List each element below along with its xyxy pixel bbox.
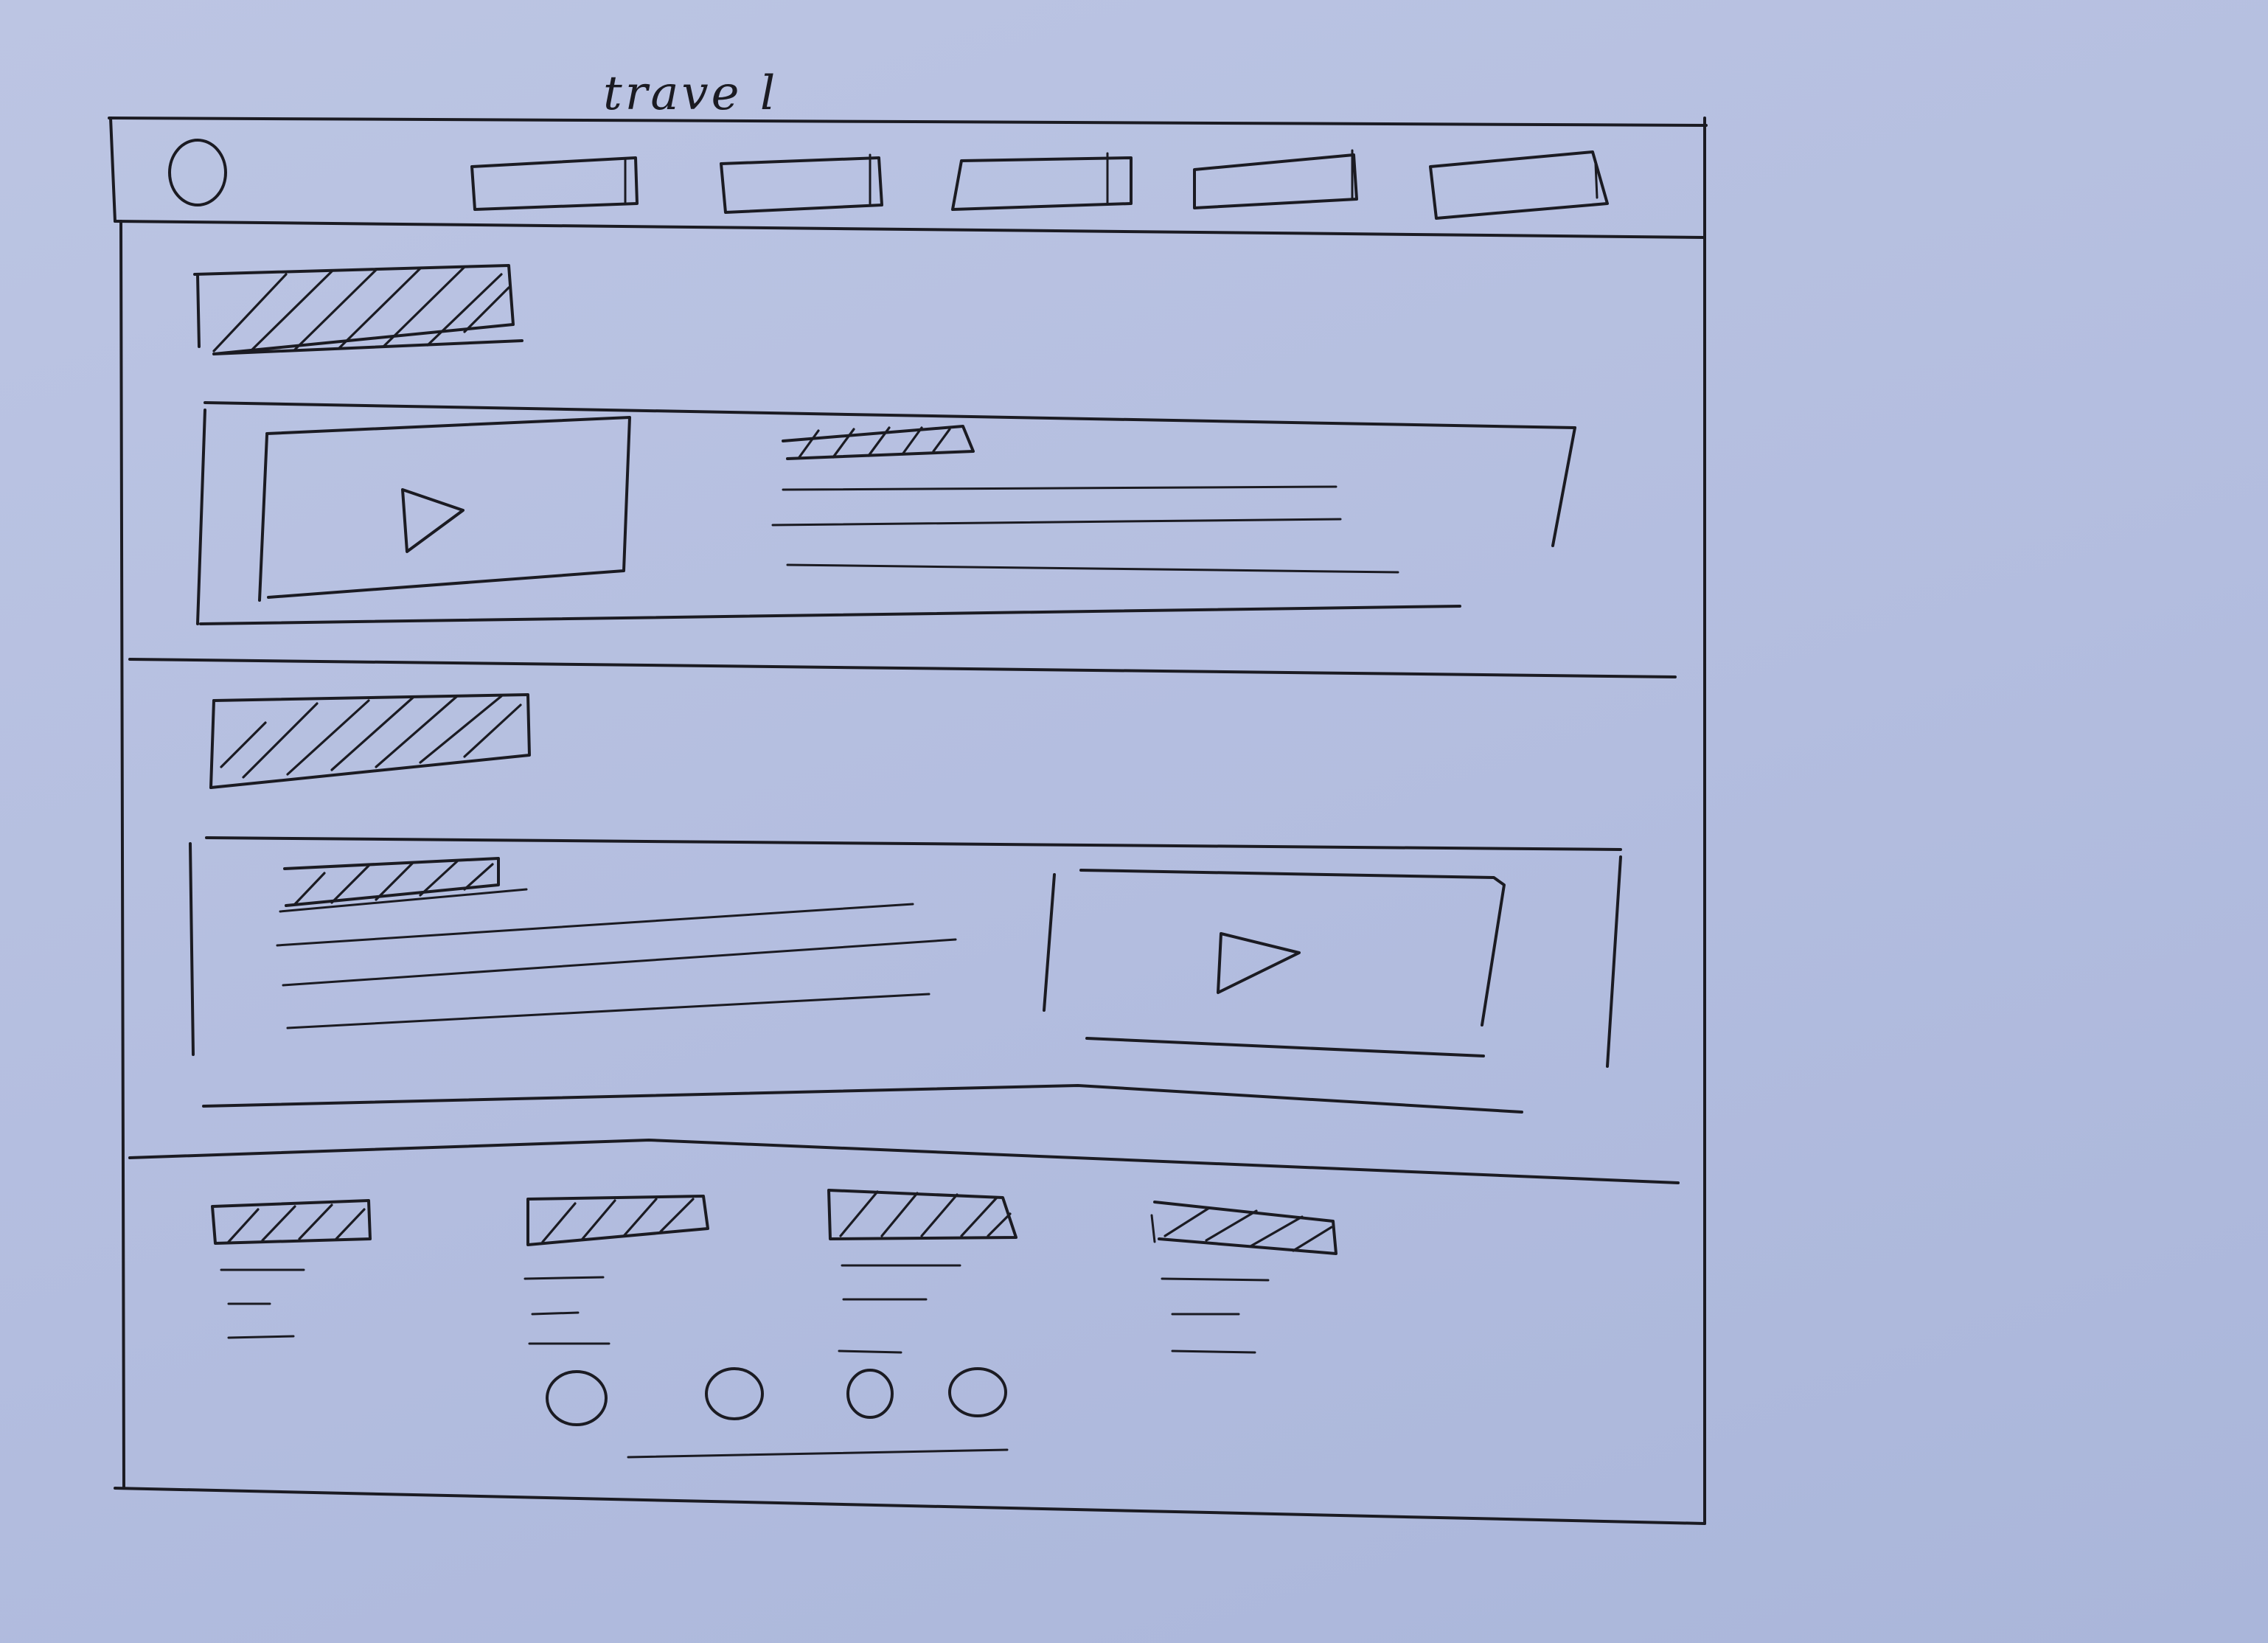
section-one-card [196, 401, 1576, 625]
nav-tab-3[interactable] [951, 152, 1133, 211]
play-icon [401, 488, 465, 553]
video-player-two[interactable] [1043, 869, 1506, 1057]
circle-logo-icon[interactable] [168, 139, 227, 206]
video-player-one[interactable] [258, 416, 631, 602]
social-circle-icon-1[interactable] [546, 1370, 608, 1426]
header-bar [114, 139, 1706, 239]
section-one-text [771, 425, 1399, 574]
social-icons [546, 1367, 1007, 1426]
nav-tab-2[interactable] [720, 153, 883, 214]
section-one-heading [193, 264, 523, 355]
sketch-paper: trave l [0, 0, 2268, 1643]
nav-tab-5[interactable] [1429, 150, 1609, 220]
social-circle-icon-3[interactable] [846, 1369, 894, 1419]
footer [211, 1189, 1338, 1459]
social-circle-icon-2[interactable] [705, 1367, 764, 1420]
footer-copyright-line [627, 1448, 1009, 1459]
section-two-text [276, 857, 957, 1029]
footer-divider [128, 1139, 1680, 1184]
footer-column-2 [523, 1195, 709, 1345]
footer-column-3 [827, 1189, 1018, 1354]
page-title: trave l [603, 66, 778, 121]
page-frame [108, 117, 1708, 1525]
play-icon [1217, 932, 1301, 994]
wireframe-sketch: trave l [108, 66, 1708, 1525]
social-circle-icon-4[interactable] [948, 1367, 1007, 1417]
section-two-heading [209, 693, 531, 789]
nav-tab-1[interactable] [470, 156, 639, 211]
footer-column-1 [211, 1199, 372, 1339]
footer-column-4 [1150, 1201, 1338, 1354]
nav-tab-4[interactable] [1193, 149, 1358, 209]
section-divider [128, 658, 1677, 678]
section-two-card [189, 836, 1622, 1114]
